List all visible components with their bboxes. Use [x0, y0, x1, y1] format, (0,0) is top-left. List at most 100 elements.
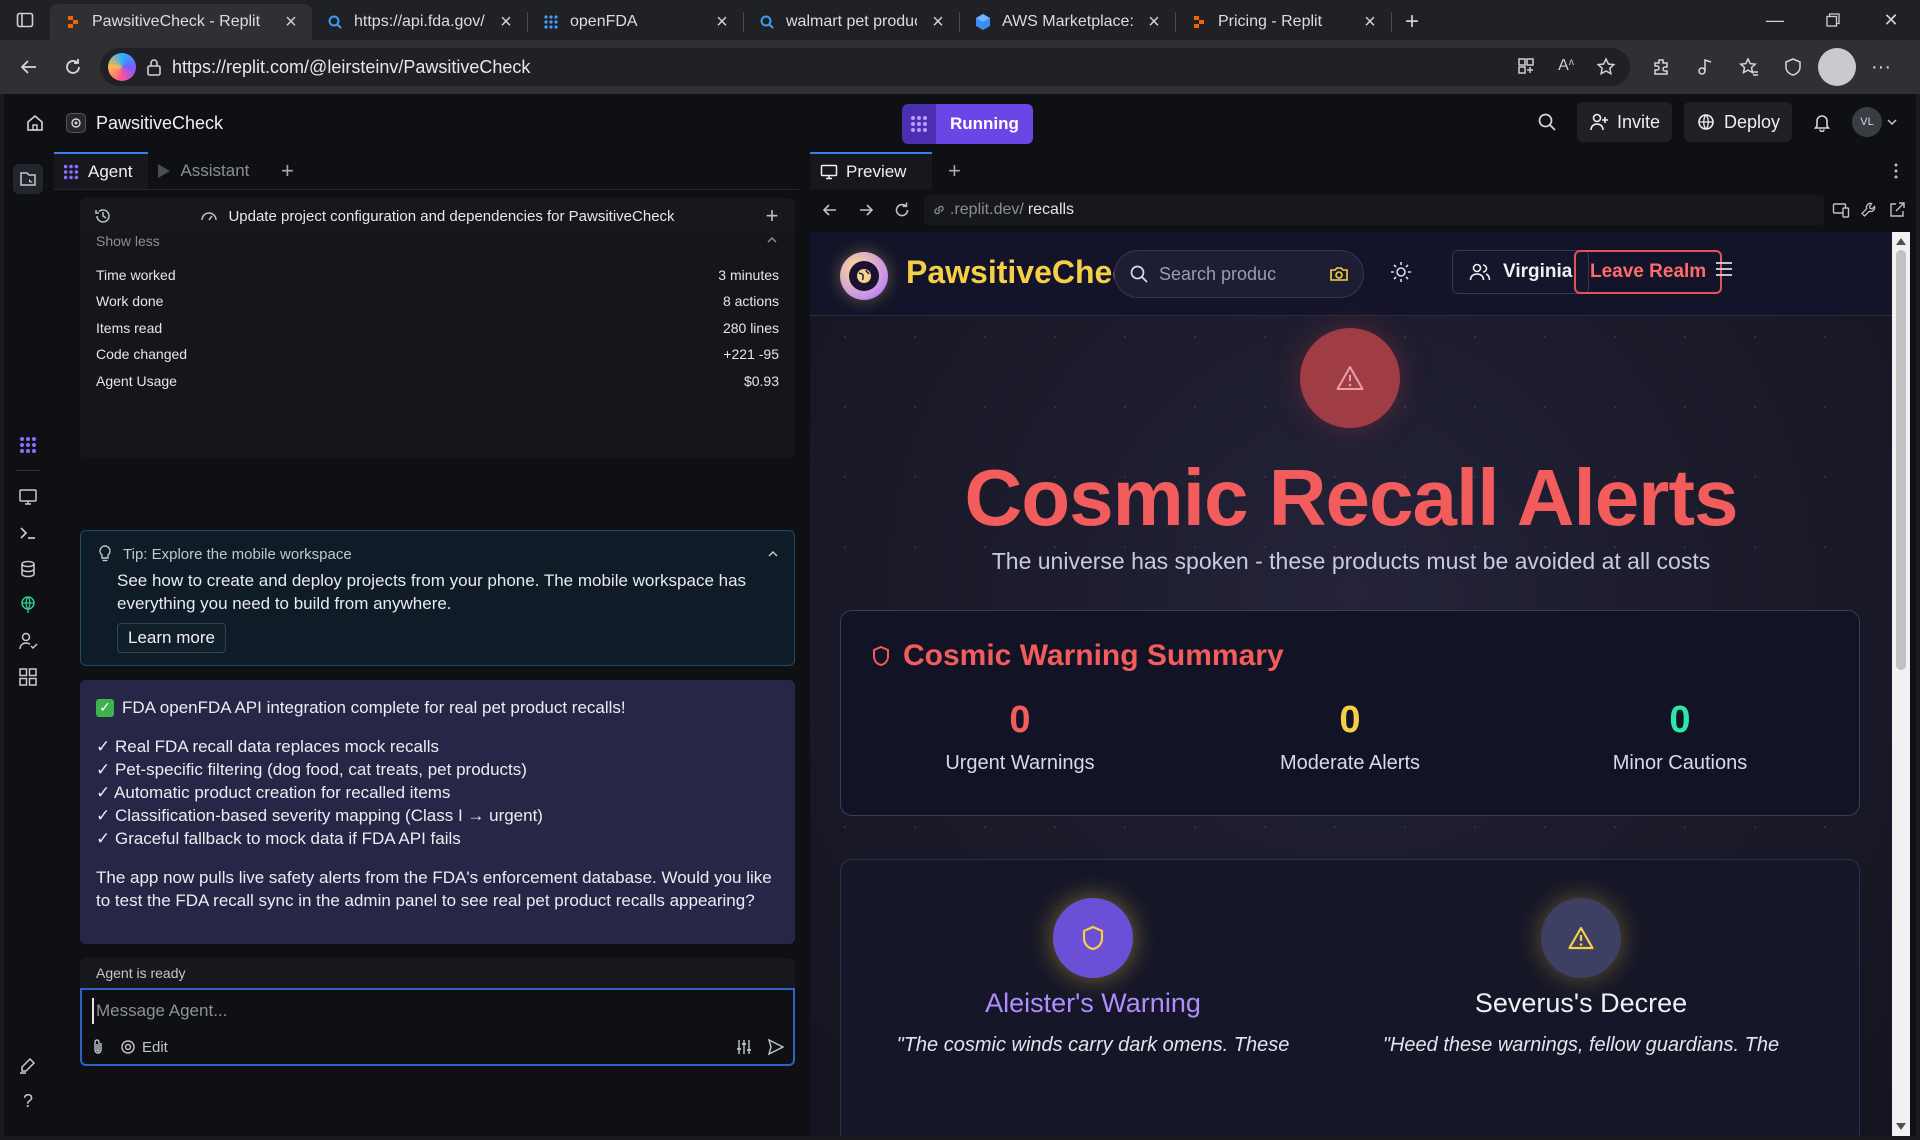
tab-title: walmart pet product databa — [786, 13, 917, 30]
tab-assistant[interactable]: Assistant — [148, 152, 265, 189]
address-bar[interactable]: https://replit.com/@leirsteinv/Pawsitive… — [100, 48, 1630, 86]
files-panel-icon[interactable] — [13, 164, 43, 194]
add-tab-icon[interactable]: + — [932, 152, 976, 190]
new-thread-icon[interactable]: + — [749, 203, 795, 229]
leave-realm-button[interactable]: Leave Realm — [1574, 250, 1723, 294]
back-icon[interactable] — [816, 201, 844, 219]
url-text[interactable]: https://replit.com/@leirsteinv/Pawsitive… — [172, 57, 1500, 78]
close-tab-icon[interactable]: × — [495, 11, 517, 33]
edit-target-button[interactable]: Edit — [120, 1039, 168, 1056]
deploy-button[interactable]: Deploy — [1683, 102, 1792, 142]
close-window-icon[interactable]: ✕ — [1862, 0, 1920, 40]
extensions-icon[interactable] — [1642, 48, 1680, 86]
close-tab-icon[interactable]: × — [711, 11, 733, 33]
notifications-bell-icon[interactable] — [1804, 102, 1840, 142]
browser-tab[interactable]: https://api.fda.gov/ - Search × — [312, 4, 527, 40]
favorite-star-icon[interactable] — [1590, 57, 1622, 77]
favorites-icon[interactable] — [1730, 48, 1768, 86]
tab-actions-icon[interactable] — [0, 0, 50, 40]
scroll-up-arrow-icon[interactable] — [1896, 238, 1906, 245]
preview-url-field[interactable]: .replit.dev/recalls — [924, 195, 1824, 225]
open-in-new-tab-icon[interactable] — [1888, 201, 1906, 219]
theme-toggle-sun-icon[interactable] — [1390, 261, 1412, 283]
tab-preview[interactable]: Preview — [810, 152, 933, 190]
shield-icon — [1053, 898, 1133, 978]
close-tab-icon[interactable]: × — [1359, 11, 1381, 33]
help-icon[interactable]: ? — [13, 1086, 43, 1116]
minimize-icon[interactable]: — — [1746, 0, 1804, 40]
replit-favicon-icon — [1190, 13, 1208, 31]
stat-label: Agent Usage — [96, 373, 177, 389]
profile-icon[interactable] — [1818, 48, 1856, 86]
tab-agent[interactable]: Agent — [54, 152, 149, 189]
deployments-tool-icon[interactable] — [13, 590, 43, 620]
reload-icon[interactable] — [54, 48, 92, 86]
browser-tab[interactable]: openFDA × — [528, 4, 743, 40]
search-icon[interactable] — [1529, 102, 1565, 142]
agent-panel-tabs: Agent Assistant + — [54, 152, 799, 190]
browser-tab[interactable]: walmart pet product databa × — [744, 4, 959, 40]
forward-icon[interactable] — [852, 201, 880, 219]
devices-icon[interactable] — [1832, 201, 1850, 219]
invite-button[interactable]: Invite — [1576, 102, 1672, 142]
browser-tab[interactable]: PawsitiveCheck - Replit × — [50, 4, 312, 40]
home-icon[interactable] — [4, 113, 66, 133]
close-tab-icon[interactable]: × — [280, 11, 302, 33]
restore-icon[interactable] — [1804, 0, 1862, 40]
project-avatar-icon — [66, 113, 86, 133]
back-icon[interactable] — [10, 48, 48, 86]
scrollbar-thumb[interactable] — [1896, 250, 1906, 670]
database-tool-icon[interactable] — [13, 554, 43, 584]
send-icon[interactable] — [767, 1038, 785, 1056]
read-aloud-icon[interactable]: Aʌ — [1550, 57, 1582, 77]
settings-sliders-icon[interactable] — [735, 1038, 753, 1056]
browser-tab[interactable]: Pricing - Replit × — [1176, 4, 1391, 40]
app-available-icon[interactable] — [1510, 57, 1542, 77]
whats-new-icon[interactable] — [13, 1050, 43, 1080]
media-icon[interactable] — [1686, 48, 1724, 86]
shell-tool-icon[interactable] — [13, 518, 43, 548]
product-search-input[interactable] — [1159, 263, 1289, 285]
message-headline: FDA openFDA API integration complete for… — [122, 698, 626, 717]
page-title: Cosmic Recall Alerts — [964, 453, 1739, 542]
preview-tool-icon[interactable] — [13, 482, 43, 512]
run-button[interactable]: Running — [902, 104, 1033, 144]
stat-label: Work done — [96, 293, 164, 309]
camera-icon[interactable] — [1329, 265, 1349, 283]
reload-icon[interactable] — [888, 201, 916, 219]
add-tab-icon[interactable]: + — [265, 152, 309, 189]
user-profile-button[interactable]: Virginia — [1452, 250, 1590, 294]
more-icon[interactable]: ··· — [1862, 48, 1900, 86]
thread-title[interactable]: Update project configuration and depende… — [228, 208, 674, 225]
lock-icon[interactable] — [146, 58, 162, 76]
user-access-tool-icon[interactable] — [13, 626, 43, 656]
message-input[interactable] — [92, 998, 712, 1024]
chevron-up-icon[interactable] — [766, 547, 780, 561]
hamburger-menu-icon[interactable] — [1714, 260, 1734, 278]
close-tab-icon[interactable]: × — [1143, 11, 1165, 33]
all-tools-icon[interactable] — [13, 662, 43, 692]
site-brand[interactable]: PawsitiveCheck — [906, 254, 1148, 291]
show-less-toggle[interactable]: Show less — [96, 233, 779, 249]
url-prefix: .replit.dev/ — [950, 201, 1024, 218]
panel-resize-handle[interactable] — [800, 152, 810, 1136]
more-options-icon[interactable] — [1876, 152, 1916, 190]
close-tab-icon[interactable]: × — [927, 11, 949, 33]
learn-more-button[interactable]: Learn more — [117, 623, 226, 653]
agent-tool-icon[interactable] — [13, 430, 43, 460]
scroll-down-arrow-icon[interactable] — [1896, 1123, 1906, 1130]
page-subtitle: The universe has spoken - these products… — [991, 548, 1711, 574]
user-menu[interactable]: VL — [1852, 107, 1898, 137]
browser-tab[interactable]: AWS Marketplace: Walmart F × — [960, 4, 1175, 40]
preview-scrollbar[interactable] — [1892, 232, 1910, 1136]
stat-row: Items read 280 lines — [96, 320, 779, 336]
new-tab-icon[interactable]: + — [1392, 4, 1432, 40]
attach-icon[interactable] — [90, 1038, 106, 1056]
devtools-wrench-icon[interactable] — [1860, 201, 1878, 219]
project-title[interactable]: PawsitiveCheck — [66, 113, 223, 134]
replit-favicon-icon — [64, 13, 82, 31]
copilot-icon[interactable] — [108, 53, 136, 81]
history-icon[interactable] — [80, 207, 126, 225]
browser-essentials-icon[interactable] — [1774, 48, 1812, 86]
site-logo[interactable] — [840, 252, 888, 300]
